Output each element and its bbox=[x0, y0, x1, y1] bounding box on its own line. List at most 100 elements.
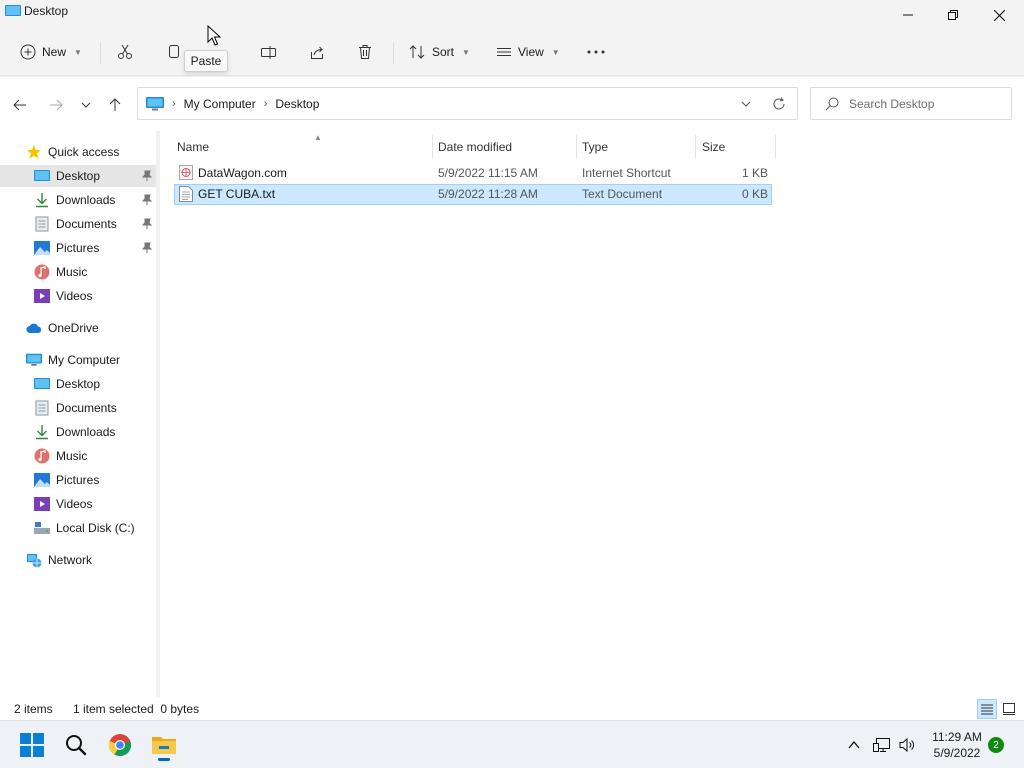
sidebar-item-local-disk[interactable]: Local Disk (C:) bbox=[0, 517, 156, 539]
sidebar-item-label: Desktop bbox=[56, 377, 101, 391]
sidebar-item-desktop[interactable]: Desktop bbox=[0, 165, 156, 187]
column-divider[interactable] bbox=[695, 135, 696, 159]
chevron-down-icon: ▼ bbox=[551, 47, 560, 57]
sidebar-item-pc-videos[interactable]: Videos bbox=[0, 493, 156, 515]
network-status-button[interactable] bbox=[870, 729, 894, 761]
sidebar-item-quick-access[interactable]: Quick access bbox=[0, 141, 156, 163]
sidebar-item-pc-documents[interactable]: Documents bbox=[0, 397, 156, 419]
address-history-button[interactable] bbox=[731, 88, 761, 119]
new-button[interactable]: New ▼ bbox=[20, 38, 82, 66]
text-file-icon bbox=[179, 186, 193, 205]
column-header-type[interactable]: Type bbox=[582, 135, 694, 159]
file-size: 1 KB bbox=[741, 166, 768, 180]
delete-button[interactable] bbox=[357, 38, 373, 66]
sidebar-item-onedrive[interactable]: OneDrive bbox=[0, 317, 156, 339]
breadcrumb-my-computer[interactable]: My Computer bbox=[184, 97, 256, 111]
search-box[interactable]: Search Desktop bbox=[810, 87, 1012, 120]
sidebar-item-label: Documents bbox=[56, 401, 117, 415]
column-divider[interactable] bbox=[775, 135, 776, 159]
minimize-button[interactable] bbox=[885, 0, 931, 30]
large-icons-view-button[interactable] bbox=[999, 699, 1019, 719]
sidebar-item-videos[interactable]: Videos bbox=[0, 285, 156, 307]
cloud-icon bbox=[26, 320, 42, 336]
sidebar-item-label: Music bbox=[56, 449, 88, 463]
chevron-right-icon: › bbox=[172, 97, 176, 110]
pin-icon bbox=[142, 170, 152, 181]
search-icon bbox=[66, 735, 87, 756]
computer-icon bbox=[26, 352, 42, 368]
pin-icon bbox=[142, 218, 152, 229]
window-title: Desktop bbox=[24, 4, 69, 18]
chrome-button[interactable] bbox=[104, 729, 136, 761]
cut-button[interactable] bbox=[117, 38, 133, 66]
clock-date: 5/9/2022 bbox=[933, 746, 981, 760]
videos-icon bbox=[34, 288, 50, 304]
chevron-right-icon: › bbox=[263, 97, 268, 110]
share-button[interactable] bbox=[309, 38, 325, 66]
copy-button[interactable] bbox=[166, 38, 182, 66]
column-header-size[interactable]: Size bbox=[702, 135, 772, 159]
file-explorer-button[interactable] bbox=[148, 729, 180, 761]
sidebar-item-pc-desktop[interactable]: Desktop bbox=[0, 373, 156, 395]
selection-info: 1 item selected 0 bytes bbox=[73, 702, 200, 716]
sidebar-item-pc-downloads[interactable]: Downloads bbox=[0, 421, 156, 443]
arrow-right-icon bbox=[50, 99, 63, 111]
sidebar-item-documents[interactable]: Documents bbox=[0, 213, 156, 235]
sidebar-item-label: Local Disk (C:) bbox=[56, 521, 135, 535]
sidebar-item-label: Music bbox=[56, 265, 88, 279]
search-button[interactable] bbox=[60, 729, 92, 761]
sidebar-item-network[interactable]: Network bbox=[0, 549, 156, 571]
search-input[interactable]: Search Desktop bbox=[849, 97, 934, 111]
file-date: 5/9/2022 11:15 AM bbox=[438, 166, 538, 180]
cut-icon bbox=[118, 44, 132, 59]
close-icon bbox=[993, 9, 1005, 21]
close-button[interactable] bbox=[976, 0, 1022, 30]
sort-button[interactable]: Sort ▼ bbox=[408, 38, 470, 66]
sidebar-item-pictures[interactable]: Pictures bbox=[0, 237, 156, 259]
volume-button[interactable] bbox=[896, 729, 920, 761]
restore-button[interactable] bbox=[930, 0, 976, 30]
sidebar-item-label: Desktop bbox=[56, 169, 101, 183]
sidebar-item-music[interactable]: Music bbox=[0, 261, 156, 283]
sidebar-item-pc-pictures[interactable]: Pictures bbox=[0, 469, 156, 491]
column-divider[interactable] bbox=[432, 135, 433, 159]
rename-icon bbox=[261, 46, 276, 59]
column-header-date[interactable]: Date modified bbox=[438, 135, 574, 159]
rename-button[interactable] bbox=[260, 38, 278, 66]
taskbar: 11:29 AM 5/9/2022 2 bbox=[0, 720, 1024, 768]
sidebar-item-pc-music[interactable]: Music bbox=[0, 445, 156, 467]
forward-button[interactable] bbox=[44, 93, 68, 117]
more-icon bbox=[587, 50, 605, 54]
column-header-name[interactable]: ▲ Name bbox=[177, 133, 429, 159]
breadcrumb-desktop[interactable]: Desktop bbox=[275, 97, 319, 111]
pin-icon bbox=[142, 194, 152, 205]
separator bbox=[100, 42, 101, 64]
sidebar-item-label: Videos bbox=[56, 289, 93, 303]
chrome-icon bbox=[108, 734, 132, 757]
notification-badge[interactable]: 2 bbox=[988, 737, 1004, 753]
view-button[interactable]: View ▼ bbox=[496, 38, 560, 66]
column-divider[interactable] bbox=[576, 135, 577, 159]
sidebar-item-my-computer[interactable]: My Computer bbox=[0, 349, 156, 371]
recent-locations-button[interactable] bbox=[74, 93, 98, 117]
network-monitor-icon bbox=[873, 738, 890, 752]
sidebar-item-downloads[interactable]: Downloads bbox=[0, 189, 156, 211]
table-row[interactable]: GET CUBA.txt 5/9/2022 11:28 AM Text Docu… bbox=[174, 184, 772, 205]
file-size: 0 KB bbox=[741, 187, 768, 201]
start-button[interactable] bbox=[16, 729, 48, 761]
music-icon bbox=[34, 264, 50, 280]
address-bar[interactable]: › My Computer › Desktop bbox=[137, 87, 798, 120]
share-icon bbox=[311, 46, 323, 59]
back-button[interactable] bbox=[8, 93, 32, 117]
up-button[interactable] bbox=[103, 93, 127, 117]
speaker-icon bbox=[899, 737, 914, 753]
file-list: ▲ Name Date modified Type Size DataWagon… bbox=[160, 131, 1024, 697]
desktop-icon bbox=[34, 376, 50, 392]
details-view-button[interactable] bbox=[977, 699, 997, 719]
pin-icon bbox=[142, 242, 152, 253]
clock[interactable]: 11:29 AM 5/9/2022 bbox=[928, 729, 986, 761]
more-options-button[interactable] bbox=[586, 38, 606, 66]
show-hidden-icons-button[interactable] bbox=[840, 729, 868, 761]
table-row[interactable]: DataWagon.com 5/9/2022 11:15 AM Internet… bbox=[174, 163, 772, 184]
refresh-button[interactable] bbox=[761, 88, 797, 119]
